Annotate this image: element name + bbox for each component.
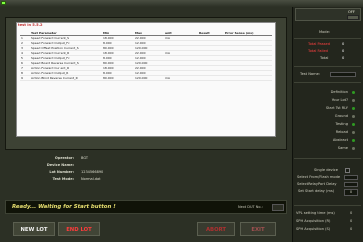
operator-value: BGT [81,156,89,160]
results-table: Test Parameter Min Max unit Result Error… [20,31,272,81]
indicator-led [352,99,355,102]
start-delay-value[interactable]: 0 [344,189,358,196]
indicator-label: Your Lot? [331,98,348,102]
next-dut-value [272,204,284,211]
indicator-led [352,107,355,110]
title-bar [0,0,363,7]
indicator-led [352,91,355,94]
indicator-label: Start Tst RLY [325,106,348,110]
indicator-label: Ground [334,114,348,118]
mode-indicator [347,15,359,20]
sidebar-sep [294,38,361,39]
table-cell: 80.000 [102,75,134,81]
relay-delay-label: SelectRelayPort Delay [297,182,337,186]
total-passed-value: 0 [342,42,345,46]
total-failed-value: 0 [342,49,345,53]
lot-info: Operator: BGT Device Name: Lot Number: 1… [5,153,287,193]
indicator-led [352,147,355,150]
status-message: Ready... Waiting for Start button ! [12,204,116,210]
indicator-label: Definition [330,90,348,94]
relay-delay-field[interactable] [344,182,358,187]
indicator-led [352,115,355,118]
start-delay-label: Set Start delay (ms) [298,189,335,193]
vpl-time-value: 0 [350,211,353,215]
sph-acq-r-label: SPH Acquisition (R) [296,219,331,223]
total-passed-label: Total Passed [308,42,330,46]
table-cell: mA [164,75,198,81]
grid-title: test in 5.5.2 [18,23,43,27]
table-cell [198,75,224,81]
lot-number-label: Lot Number: [49,170,74,174]
single-device-checkbox[interactable] [345,168,350,173]
test-mode-label: Test Mode: [52,177,74,181]
mode-label: Mode: [319,30,331,34]
indicator-label: Abstract [332,138,348,142]
select-mode-label: Select From/Flash mode [297,175,341,179]
total-label: Total [320,56,329,60]
indicator-label: Same [337,146,348,150]
exit-button[interactable]: EXIT [240,222,276,236]
table-cell: Action Blind Reverse Current_R [30,75,102,81]
next-dut-label: Next DUT No.: [238,205,263,209]
indicator-led [352,139,355,142]
sidebar-sep [294,82,361,83]
table-row[interactable]: 9 Action Blind Reverse Current_R 80.000 120… [20,75,272,81]
vpl-time-label: VPL setting time (ms) [296,211,335,215]
operator-label: Operator: [54,156,74,160]
select-mode-field[interactable] [344,175,358,180]
sidebar-sep [294,205,361,206]
table-cell: 9 [20,75,30,81]
total-failed-label: Total Failed [308,49,328,53]
app-status-lamp [1,1,6,5]
sidebar-sep [294,158,361,159]
mode-header: OFF [295,8,361,21]
total-value: 0 [342,56,345,60]
table-cell [224,75,272,81]
status-bar: Ready... Waiting for Start button ! Next… [5,200,287,214]
single-device-label: Single device [314,168,338,172]
indicator-label: Testing [335,122,348,126]
lot-number-value: 1234566890 [81,170,104,174]
indicator-label: Reload [335,130,348,134]
test-name-label: Test Name: [300,72,321,76]
sph-acq-s-label: SPH Acquisition (S) [296,227,331,231]
new-lot-button[interactable]: NEW LOT [13,222,55,236]
abort-button[interactable]: ABORT [197,222,235,236]
table-cell: 120.000 [134,75,164,81]
device-name-label: Device Name: [46,163,74,167]
test-mode-value: Normal.dat [81,177,101,181]
end-lot-button[interactable]: END LOT [58,222,100,236]
sph-acq-s-value: 0 [350,227,353,231]
indicator-led [352,123,355,126]
sidebar-sep [294,66,361,67]
test-name-field [330,72,356,77]
sph-acq-r-value: 0 [350,219,353,223]
indicator-led [352,131,355,134]
